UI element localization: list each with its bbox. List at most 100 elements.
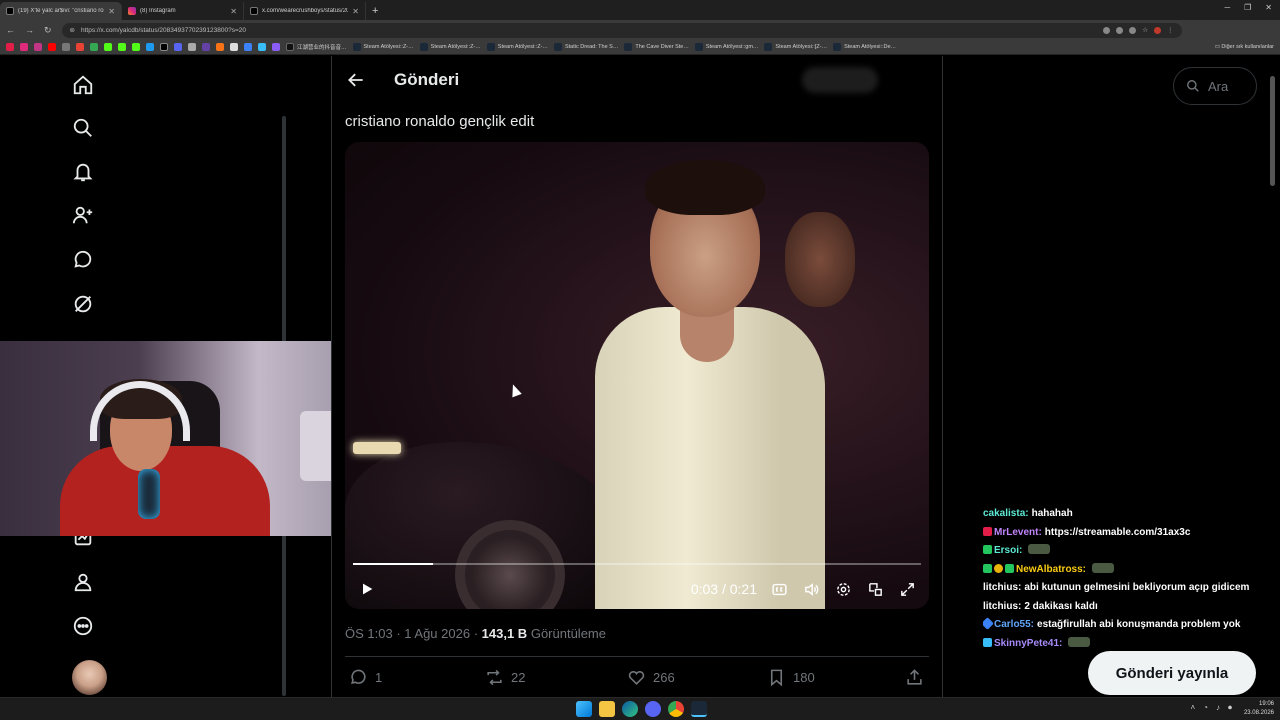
file-explorer-icon[interactable] (599, 701, 615, 717)
volume-tray-icon[interactable]: ♪ (1216, 703, 1220, 713)
extension-icon[interactable] (1129, 26, 1137, 34)
minimize-icon[interactable]: ─ (1224, 3, 1230, 12)
bookmark-icon[interactable] (146, 43, 154, 51)
bookmark-icon[interactable] (202, 43, 210, 51)
bookmark-icon[interactable] (258, 43, 266, 51)
bookmark-icon[interactable] (104, 43, 112, 51)
home-icon[interactable] (68, 70, 98, 100)
bookmark-item[interactable]: The Cave Diver Ste… (624, 43, 689, 51)
account-avatar[interactable] (72, 660, 107, 695)
close-icon[interactable]: ✕ (108, 7, 115, 16)
page-scrollbar[interactable] (1270, 76, 1275, 186)
bookmark-item[interactable]: Static Dread: The S… (553, 43, 618, 51)
more-options-icon[interactable] (68, 611, 98, 641)
bookmark-button[interactable]: 180 (767, 668, 815, 687)
bookmark-icon[interactable] (230, 43, 238, 51)
repost-button[interactable]: 22 (485, 668, 525, 687)
volume-icon[interactable] (801, 579, 821, 599)
stream-chat: cakalista: hahahah MrLevent: https://strea… (983, 505, 1273, 653)
system-tray: ˄ ◔ ♪ ⏺ (1190, 703, 1232, 713)
bookmark-icon[interactable] (20, 43, 28, 51)
play-icon[interactable] (357, 579, 377, 599)
repost-count: 22 (511, 669, 526, 685)
bookmark-icon[interactable] (62, 43, 70, 51)
notifications-bell-icon[interactable] (68, 157, 98, 187)
edge-icon[interactable] (622, 701, 638, 717)
bookmark-icon[interactable] (160, 43, 168, 51)
taskbar-clock[interactable]: 19:06 23.08.2026 (1244, 700, 1274, 718)
browser-tab-bar: (19) X'te yalc ar$ivi: "cristiano ronal … (0, 0, 1280, 20)
fullscreen-icon[interactable] (897, 579, 917, 599)
mic-tray-icon[interactable]: ⏺ (1228, 703, 1232, 713)
bookmark-icon[interactable] (6, 43, 14, 51)
post-compose-button[interactable]: Gönderi yayınla (1088, 651, 1256, 695)
bookmark-icon[interactable] (188, 43, 196, 51)
settings-gear-icon[interactable] (833, 579, 853, 599)
back-nav-icon[interactable]: ← (6, 25, 15, 35)
other-bookmarks[interactable]: ▭ Diğer sık kullanılanlar (1215, 44, 1274, 50)
profile-icon[interactable] (68, 567, 98, 597)
bookmark-icon[interactable] (244, 43, 252, 51)
messages-icon[interactable] (68, 245, 98, 275)
star-icon[interactable]: ☆ (1142, 26, 1148, 34)
url-field[interactable]: ⊜ https://x.com/yalcdb/status/2083493770… (61, 22, 1182, 38)
start-menu-icon[interactable] (576, 701, 592, 717)
extension-icon[interactable] (1116, 26, 1124, 34)
browser-tab-x-status[interactable]: x.com/wearecrushboys/status/20 ✕ (244, 2, 366, 20)
share-button[interactable] (905, 668, 924, 687)
blurred-button[interactable] (802, 67, 878, 93)
post-time[interactable]: ÖS 1:03 (345, 626, 393, 641)
post-date[interactable]: 1 Ağu 2026 (404, 626, 470, 641)
bookmark-icon[interactable] (76, 43, 84, 51)
bookmark-icon[interactable] (174, 43, 182, 51)
reload-icon[interactable]: ↻ (44, 25, 52, 36)
bookmark-icon[interactable] (272, 43, 280, 51)
bookmark-icon[interactable] (132, 43, 140, 51)
heart-icon (628, 670, 645, 685)
browser-tab-instagram[interactable]: (8) Instagram ✕ (122, 2, 244, 20)
bookmark-item[interactable]: 江湖营业的抖音音… (286, 43, 347, 51)
bookmark-icon[interactable] (118, 43, 126, 51)
bookmark-icon[interactable] (48, 43, 56, 51)
bookmark-item[interactable]: Steam Atölyesi::Z-… (419, 43, 481, 51)
bookmark-icon[interactable] (90, 43, 98, 51)
bookmark-item[interactable]: Steam Atölyesi::[Z-… (764, 43, 827, 51)
reply-button[interactable]: 1 (349, 668, 382, 687)
chat-username: NewAlbatross: (1016, 563, 1087, 575)
close-icon[interactable]: ✕ (230, 7, 237, 16)
tray-chevron-icon[interactable]: ˄ (1190, 703, 1195, 713)
follow-user-icon[interactable] (68, 200, 98, 230)
extension-icon[interactable] (1103, 26, 1111, 34)
discord-icon[interactable] (645, 701, 661, 717)
kick-badge-icon (1005, 563, 1014, 573)
video-player[interactable]: 0:03 / 0:21 (345, 142, 929, 609)
maximize-icon[interactable]: ❐ (1244, 3, 1251, 12)
bookmark-item[interactable]: Steam Atölyesi::Z-… (352, 43, 414, 51)
bookmark-item[interactable]: Steam Atölyesi::gm… (694, 43, 758, 51)
steam-icon[interactable] (691, 701, 707, 717)
close-icon[interactable]: ✕ (352, 7, 359, 16)
grok-icon[interactable] (68, 289, 98, 319)
bookmark-icon[interactable] (34, 43, 42, 51)
bookmark-item[interactable]: Steam Atölyesi::De… (833, 43, 896, 51)
network-icon[interactable]: ◔ (1203, 703, 1208, 713)
search-input[interactable]: Ara (1173, 67, 1257, 105)
new-tab-icon[interactable]: + (372, 5, 378, 17)
reply-count: 1 (375, 669, 383, 685)
picture-in-picture-icon[interactable] (865, 579, 885, 599)
chrome-icon[interactable] (668, 701, 684, 717)
video-progress-bar[interactable] (353, 563, 921, 565)
bookmark-icon[interactable] (216, 43, 224, 51)
like-button[interactable]: 266 (627, 668, 675, 687)
forward-nav-icon[interactable]: → (25, 25, 34, 35)
emote-icon (1068, 636, 1091, 647)
back-arrow-icon[interactable] (344, 68, 368, 92)
site-info-icon[interactable]: ⊜ (70, 26, 75, 34)
menu-icon[interactable]: ⋮ (1167, 26, 1174, 34)
profile-icon[interactable] (1154, 26, 1162, 34)
browser-tab-x-post[interactable]: (19) X'te yalc ar$ivi: "cristiano ronal … (0, 2, 122, 20)
captions-icon[interactable] (769, 579, 789, 599)
close-window-icon[interactable]: ✕ (1265, 3, 1272, 12)
bookmark-item[interactable]: Steam Atölyesi::Z-… (486, 43, 548, 51)
search-icon[interactable] (68, 113, 98, 143)
